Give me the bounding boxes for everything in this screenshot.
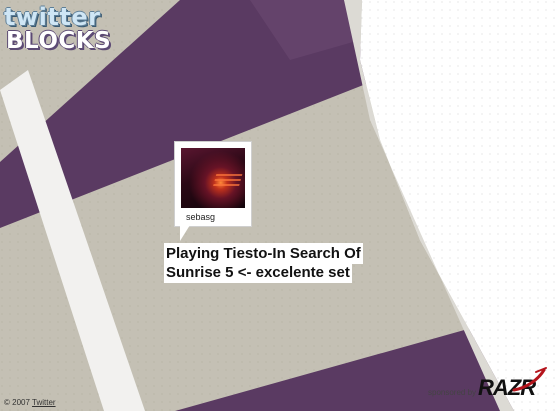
tweet-text-line-2: Sunrise 5 <- excelente set [166, 264, 350, 281]
razr-swoosh-icon [512, 367, 547, 392]
twitter-link[interactable]: Twitter [32, 398, 56, 407]
speech-pointer-icon [180, 225, 190, 241]
copyright-notice: © 2007 Twitter [4, 398, 56, 408]
twitter-blocks-logo[interactable]: twitter BLOCKS [4, 4, 116, 56]
tweet-username: sebasg [186, 212, 216, 222]
tweet-text-line-1: Playing Tiesto-In Search Of [166, 245, 361, 262]
copyright-prefix: © 2007 [4, 398, 30, 407]
tweet-user-card[interactable]: sebasg [174, 141, 252, 227]
user-avatar-photo[interactable] [181, 148, 245, 208]
logo-wordmark-twitter: twitter [4, 3, 101, 31]
isometric-block-scene [0, 0, 560, 411]
sponsored-by-label: sponsored by [428, 388, 477, 397]
logo-wordmark-blocks: BLOCKS [6, 28, 112, 54]
tweet-message: Playing Tiesto-In Search Of Sunrise 5 <-… [166, 244, 396, 282]
